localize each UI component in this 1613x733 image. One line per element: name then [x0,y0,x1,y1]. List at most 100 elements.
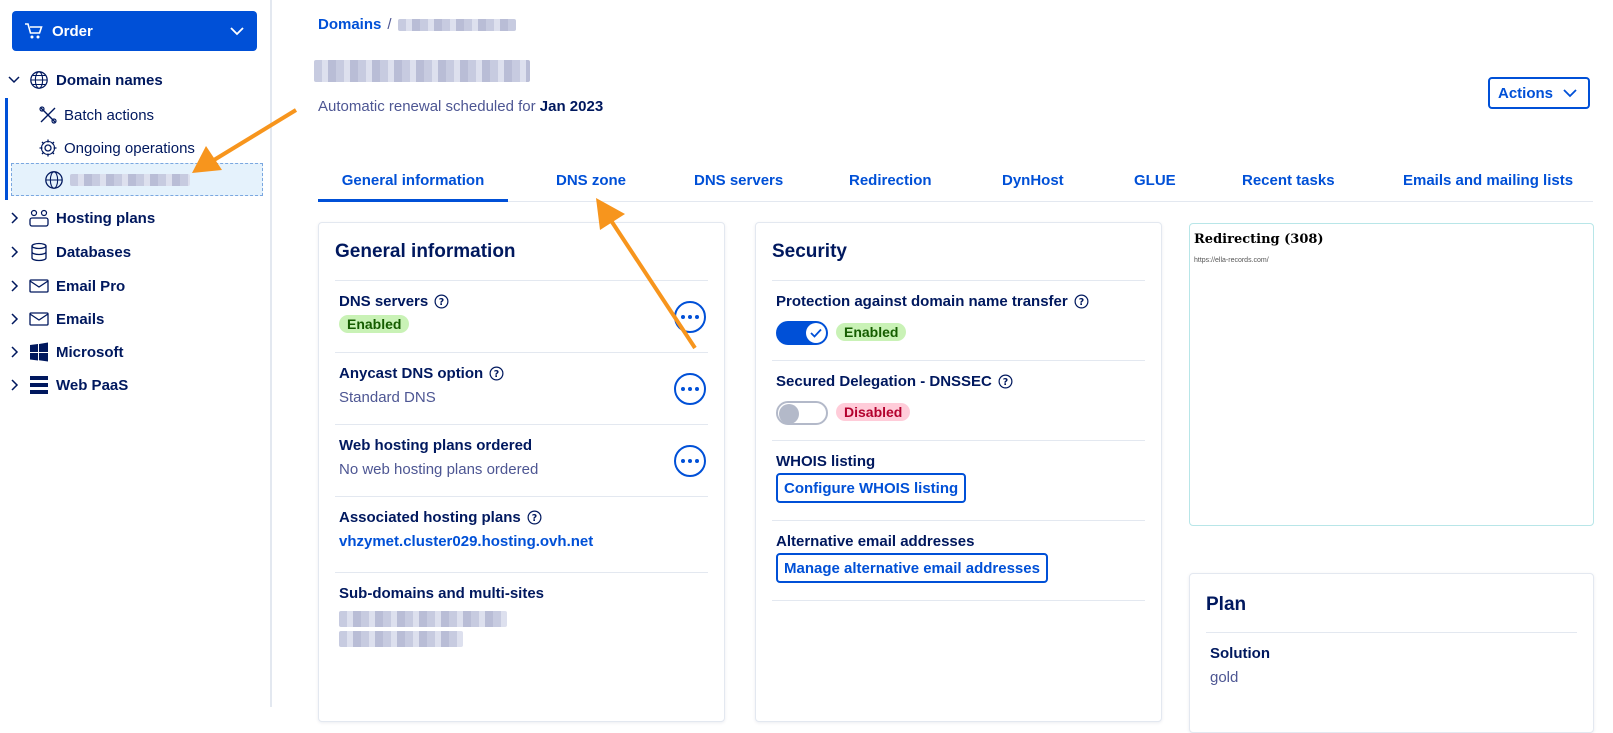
dnssec-toggle[interactable] [776,401,828,425]
tab-dynhost[interactable]: DynHost [1002,160,1064,202]
nav-microsoft[interactable]: Microsoft [8,338,124,366]
transfer-protection-toggle[interactable] [776,321,828,345]
gear-icon [39,139,57,157]
dnssec-label: Secured Delegation - DNSSEC [776,373,992,390]
tab-label: DNS servers [694,172,784,189]
more-options-button[interactable] [674,301,706,333]
chevron-right-icon [11,379,19,391]
tab-label: Recent tasks [1242,172,1335,189]
manage-alt-emails-button[interactable]: Manage alternative email addresses [776,553,1048,583]
solution-value: gold [1210,669,1239,686]
nav-domain-names[interactable]: Domain names [8,66,163,94]
nav-hosting-plans[interactable]: Hosting plans [8,204,155,232]
redacted-domain-name [70,173,190,186]
tab-emails-and-mailing-lists[interactable]: Emails and mailing lists [1403,160,1573,202]
card-title: Plan [1206,594,1247,615]
plan-card: Plan Solution gold [1189,573,1594,733]
renewal-date: Jan 2023 [539,98,604,115]
redacted-subdomain [339,611,507,627]
associated-hosting-link[interactable]: vhzymet.cluster029.hosting.ovh.net [339,533,593,550]
associated-label: Associated hosting plans [339,509,521,526]
actions-label: Actions [1498,84,1554,102]
tab-bar: General information DNS zone DNS servers… [318,160,1593,202]
order-button[interactable]: Order [12,11,257,51]
help-icon[interactable]: ? [434,294,449,309]
breadcrumb-domains-link[interactable]: Domains [318,16,381,33]
sidebar-item-batch-actions[interactable]: Batch actions [38,101,154,129]
anycast-label: Anycast DNS option [339,365,484,382]
row-label: Protection against domain name transfer … [776,293,1089,310]
transfer-protection-row: Protection against domain name transfer … [772,280,1145,360]
sidebar-item-selected-domain[interactable] [11,163,263,196]
row-label: DNS servers ? [339,293,449,310]
check-icon [810,328,822,338]
svg-text:?: ? [494,369,499,380]
whois-label: WHOIS listing [776,453,876,470]
nav-label: Databases [56,243,132,261]
nav-label: Email Pro [56,277,126,295]
tab-glue[interactable]: GLUE [1134,160,1176,202]
chevron-right-icon [11,346,19,358]
chevron-right-icon [11,313,19,325]
nav-label: Emails [56,310,105,328]
dns-servers-row: DNS servers ? Enabled [335,280,708,352]
web-hosting-label: Web hosting plans ordered [339,437,533,454]
tab-dns-servers[interactable]: DNS servers [694,160,783,202]
svg-text:?: ? [1003,377,1008,388]
svg-text:?: ? [1079,297,1084,308]
chevron-right-icon [11,246,19,258]
more-options-button[interactable] [674,373,706,405]
help-icon[interactable]: ? [489,366,504,381]
protection-label: Protection against domain name transfer [776,293,1068,310]
more-options-button[interactable] [674,445,706,477]
svg-text:?: ? [531,513,536,524]
redacted-subdomain [339,631,463,647]
nav-web-paas[interactable]: Web PaaS [8,371,128,399]
disabled-badge: Disabled [836,403,911,421]
anycast-value: Standard DNS [339,389,436,406]
server-stack-icon [30,376,48,394]
sidebar-item-ongoing-operations[interactable]: Ongoing operations [38,134,195,162]
tab-label: General information [341,172,485,189]
tab-general-information[interactable]: General information [318,160,508,202]
redacted-breadcrumb-domain [397,18,516,31]
redirect-url: https://ella-records.com/ [1194,257,1269,264]
nav-label: Domain names [56,71,163,89]
status-badge: Disabled [836,403,911,422]
tab-redirection[interactable]: Redirection [849,160,932,202]
tab-recent-tasks[interactable]: Recent tasks [1242,160,1335,202]
configure-whois-button[interactable]: Configure WHOIS listing [776,473,967,503]
tools-icon [39,106,57,124]
tab-label: DynHost [1002,172,1064,189]
nav-databases[interactable]: Databases [8,238,131,266]
web-hosting-value: No web hosting plans ordered [339,461,539,478]
actions-button[interactable]: Actions [1488,77,1590,109]
renewal-info: Automatic renewal scheduled for Jan 2023 [318,98,603,115]
breadcrumb: Domains / [318,16,516,33]
enabled-badge: Enabled [339,315,410,333]
row-label: Secured Delegation - DNSSEC ? [776,373,1013,390]
divider [772,600,1145,601]
redacted-page-title [314,60,530,82]
associated-hosting-row: Associated hosting plans ? vhzymet.clust… [335,496,708,572]
sidebar: Order Domain names Batch actions Ongoing… [0,0,272,707]
tab-dns-zone[interactable]: DNS zone [556,160,626,202]
toggle-knob [779,404,799,424]
help-icon[interactable]: ? [1074,294,1089,309]
redirect-preview-frame: Redirecting (308) https://ella-records.c… [1189,223,1594,526]
breadcrumb-separator: / [387,16,392,33]
dns-servers-label: DNS servers [339,293,429,310]
sidebar-item-label: Ongoing operations [64,139,195,157]
order-label: Order [52,22,93,40]
chevron-right-icon [11,212,19,224]
help-icon[interactable]: ? [527,510,542,525]
row-label: Associated hosting plans ? [339,509,542,526]
tab-label: Redirection [849,172,932,189]
help-icon[interactable]: ? [998,374,1013,389]
chevron-down-icon [230,27,244,36]
database-icon [31,242,47,262]
nav-emails[interactable]: Emails [8,305,104,333]
subdomains-row: Sub-domains and multi-sites [335,572,708,672]
security-card: Security Protection against domain name … [755,222,1162,722]
nav-email-pro[interactable]: Email Pro [8,272,125,300]
